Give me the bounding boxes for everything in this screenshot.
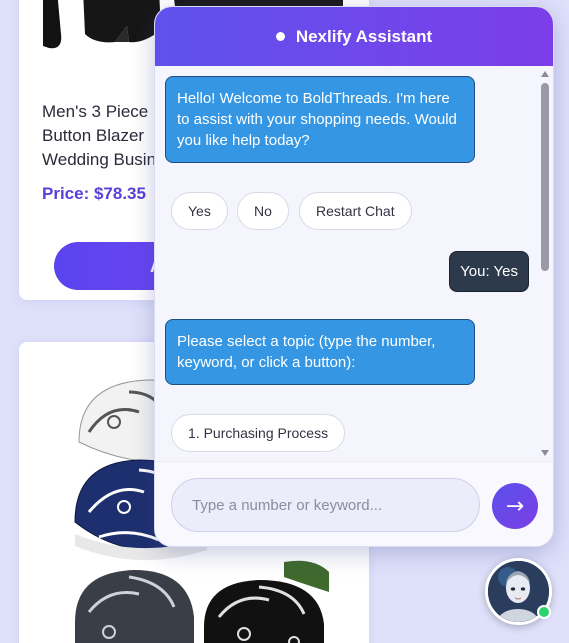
arrow-right-icon: → <box>505 493 525 519</box>
message-scrollbar[interactable] <box>538 66 552 461</box>
chat-header: Nexlify Assistant <box>155 7 553 66</box>
purchasing-process-button[interactable]: 1. Purchasing Process <box>171 414 346 452</box>
scroll-up-icon[interactable] <box>541 71 549 77</box>
product-price: Price: $78.35 <box>42 184 146 203</box>
chat-input[interactable] <box>171 478 480 532</box>
message-list[interactable]: Hello! Welcome to BoldThreads. I'm here … <box>155 66 539 461</box>
online-status-icon <box>537 605 551 619</box>
chat-title: Nexlify Assistant <box>295 26 433 46</box>
bot-message: Please select a topic (type the number, … <box>165 319 475 385</box>
chat-window: Nexlify Assistant Hello! Welcome to Bold… <box>154 6 554 547</box>
bot-message: Hello! Welcome to BoldThreads. I'm here … <box>165 76 475 163</box>
user-message: You: Yes <box>449 251 529 292</box>
scroll-down-icon[interactable] <box>541 450 549 456</box>
scrollbar-thumb[interactable] <box>541 83 549 271</box>
yes-button[interactable]: Yes <box>171 192 228 230</box>
restart-chat-button[interactable]: Restart Chat <box>299 192 412 230</box>
status-dot-icon <box>275 32 285 41</box>
no-button[interactable]: No <box>237 192 289 230</box>
send-button[interactable]: → <box>492 483 538 529</box>
chat-input-area: → <box>155 461 553 546</box>
